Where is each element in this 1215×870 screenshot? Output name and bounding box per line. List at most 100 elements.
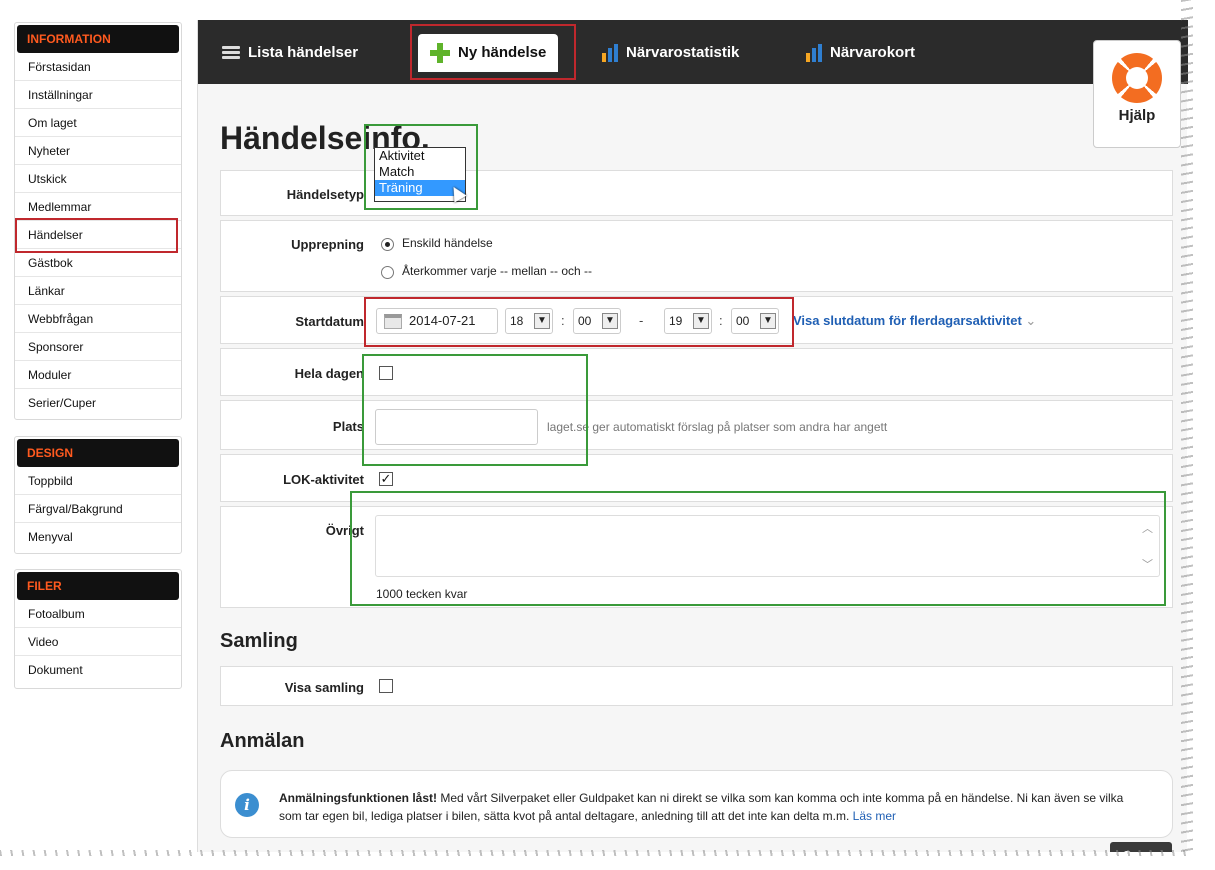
row-hela-dagen: Hela dagen bbox=[220, 348, 1173, 396]
list-icon bbox=[222, 46, 240, 60]
label-startdatum: Startdatum bbox=[295, 314, 364, 329]
row-lok-aktivitet: LOK-aktivitet ✓ bbox=[220, 454, 1173, 502]
sidebar-heading-design: DESIGN bbox=[17, 439, 179, 467]
plats-input[interactable] bbox=[375, 409, 538, 445]
label-ovrigt: Övrigt bbox=[325, 523, 364, 538]
chevron-down-icon: ▼ bbox=[693, 313, 709, 329]
sidebar-item-gastbok[interactable]: Gästbok bbox=[15, 249, 181, 277]
start-hour-select[interactable]: 18 ▼ bbox=[505, 308, 553, 334]
tab-label: Närvarostatistik bbox=[626, 44, 740, 61]
start-date-value: 2014-07-21 bbox=[409, 313, 476, 328]
sidebar-item-handelser[interactable]: Händelser bbox=[15, 221, 181, 249]
sidebar-item-webbfragan[interactable]: Webbfrågan bbox=[15, 305, 181, 333]
row-startdatum: Startdatum 2014-07-21 18 ▼ : 00 ▼ - 19 ▼… bbox=[220, 296, 1173, 344]
start-minute-select[interactable]: 00 ▼ bbox=[573, 308, 621, 334]
plats-hint: laget.se ger automatiskt förslag på plat… bbox=[547, 420, 888, 434]
ovrigt-textarea[interactable]: ︿ ﹀ bbox=[375, 515, 1160, 577]
sidebar-item-video[interactable]: Video bbox=[15, 628, 181, 656]
chevron-down-icon: ▼ bbox=[760, 313, 776, 329]
scroll-down-icon[interactable]: ﹀ bbox=[1142, 556, 1153, 572]
main-panel: Lista händelser Ny händelse Närvarostati… bbox=[197, 20, 1188, 870]
label-handelsetyp: Händelsetyp bbox=[286, 187, 364, 202]
tab-label: Närvarokort bbox=[830, 44, 916, 61]
radio-aterkommer-label: Återkommer varje -- mellan -- och -- bbox=[402, 264, 593, 278]
char-counter: 1000 tecken kvar bbox=[376, 587, 468, 601]
start-minute-value: 00 bbox=[578, 314, 592, 328]
radio-enskild-label: Enskild händelse bbox=[402, 236, 493, 250]
lok-checkbox[interactable]: ✓ bbox=[379, 472, 393, 486]
tab-bar: Lista händelser Ny händelse Närvarostati… bbox=[198, 20, 1188, 84]
bar-chart-icon bbox=[602, 44, 618, 62]
start-hour-value: 18 bbox=[510, 314, 524, 328]
sidebar-item-sponsorer[interactable]: Sponsorer bbox=[15, 333, 181, 361]
las-mer-link[interactable]: Läs mer bbox=[853, 809, 896, 823]
sidebar-filer: FILER Fotoalbum Video Dokument bbox=[14, 569, 182, 689]
sidebar-item-serier-cuper[interactable]: Serier/Cuper bbox=[15, 389, 181, 417]
sidebar-item-installningar[interactable]: Inställningar bbox=[15, 81, 181, 109]
end-hour-value: 19 bbox=[669, 314, 683, 328]
radio-aterkommer[interactable] bbox=[381, 266, 394, 279]
time-colon: : bbox=[561, 313, 565, 328]
sidebar-item-nyheter[interactable]: Nyheter bbox=[15, 137, 181, 165]
info-box: i Anmälningsfunktionen låst! Med vårt Si… bbox=[220, 770, 1173, 838]
info-bold: Anmälningsfunktionen låst! bbox=[279, 791, 438, 805]
help-label: Hjälp bbox=[1118, 107, 1156, 124]
hela-dagen-checkbox[interactable] bbox=[379, 366, 393, 380]
sidebar-item-toppbild[interactable]: Toppbild bbox=[15, 467, 181, 495]
sidebar-item-fotoalbum[interactable]: Fotoalbum bbox=[15, 600, 181, 628]
torn-bottom-shadow bbox=[0, 850, 1188, 856]
sidebar-item-medlemmar[interactable]: Medlemmar bbox=[15, 193, 181, 221]
tab-narvarokort[interactable]: Närvarokort bbox=[794, 34, 927, 72]
start-date-input[interactable]: 2014-07-21 bbox=[376, 308, 498, 334]
time-dash: - bbox=[639, 313, 644, 328]
bar-chart-icon bbox=[806, 44, 822, 62]
multi-day-link-text: Visa slutdatum för flerdagarsaktivitet bbox=[793, 313, 1022, 328]
section-anmalan: Anmälan bbox=[220, 730, 305, 752]
tab-label: Lista händelser bbox=[248, 44, 359, 61]
calendar-icon bbox=[384, 314, 402, 329]
sidebar-item-om-laget[interactable]: Om laget bbox=[15, 109, 181, 137]
sidebar-item-moduler[interactable]: Moduler bbox=[15, 361, 181, 389]
chevron-down-icon: ▼ bbox=[534, 313, 550, 329]
lifebuoy-icon bbox=[1112, 53, 1162, 103]
torn-right-shadow bbox=[1181, 0, 1193, 870]
row-upprepning: Upprepning Enskild händelse Återkommer v… bbox=[220, 220, 1173, 292]
label-visa-samling: Visa samling bbox=[284, 680, 364, 695]
tab-ny-handelse[interactable]: Ny händelse bbox=[418, 34, 559, 72]
dropdown-option-aktivitet[interactable]: Aktivitet bbox=[375, 148, 465, 164]
end-minute-value: 00 bbox=[736, 314, 750, 328]
sidebar-information: INFORMATION Förstasidan Inställningar Om… bbox=[14, 22, 182, 420]
end-hour-select[interactable]: 19 ▼ bbox=[664, 308, 712, 334]
time-colon: : bbox=[719, 313, 723, 328]
section-samling: Samling bbox=[220, 630, 298, 652]
sidebar-item-forstasidan[interactable]: Förstasidan bbox=[15, 53, 181, 81]
row-handelsetyp: Händelsetyp bbox=[220, 170, 1173, 216]
row-visa-samling: Visa samling bbox=[220, 666, 1173, 706]
sidebar-heading-information: INFORMATION bbox=[17, 25, 179, 53]
chevron-down-icon: ▼ bbox=[602, 313, 618, 329]
tab-narvarostatistik[interactable]: Närvarostatistik bbox=[590, 34, 751, 72]
label-upprepning: Upprepning bbox=[291, 237, 364, 252]
sidebar-heading-filer: FILER bbox=[17, 572, 179, 600]
sidebar-item-dokument[interactable]: Dokument bbox=[15, 656, 181, 684]
dropdown-option-match[interactable]: Match bbox=[375, 164, 465, 180]
info-icon: i bbox=[235, 793, 259, 817]
end-minute-select[interactable]: 00 ▼ bbox=[731, 308, 779, 334]
visa-samling-checkbox[interactable] bbox=[379, 679, 393, 693]
sidebar-item-menyval[interactable]: Menyval bbox=[15, 523, 181, 551]
multi-day-link[interactable]: Visa slutdatum för flerdagarsaktivitet ⌄ bbox=[793, 313, 1036, 329]
plus-icon bbox=[430, 43, 450, 63]
radio-enskild[interactable] bbox=[381, 238, 394, 251]
tab-lista-handelser[interactable]: Lista händelser bbox=[210, 34, 370, 72]
help-button[interactable]: Hjälp bbox=[1093, 40, 1181, 148]
sidebar-item-fargval[interactable]: Färgval/Bakgrund bbox=[15, 495, 181, 523]
label-hela-dagen: Hela dagen bbox=[294, 366, 364, 381]
row-ovrigt: Övrigt ︿ ﹀ 1000 tecken kvar bbox=[220, 506, 1173, 608]
label-lok: LOK-aktivitet bbox=[283, 472, 364, 487]
sidebar-item-utskick[interactable]: Utskick bbox=[15, 165, 181, 193]
sidebar-item-lankar[interactable]: Länkar bbox=[15, 277, 181, 305]
tab-label: Ny händelse bbox=[458, 44, 547, 61]
row-plats: Plats laget.se ger automatiskt förslag p… bbox=[220, 400, 1173, 450]
scroll-up-icon[interactable]: ︿ bbox=[1142, 520, 1153, 536]
info-text: Anmälningsfunktionen låst! Med vårt Silv… bbox=[279, 789, 1149, 825]
